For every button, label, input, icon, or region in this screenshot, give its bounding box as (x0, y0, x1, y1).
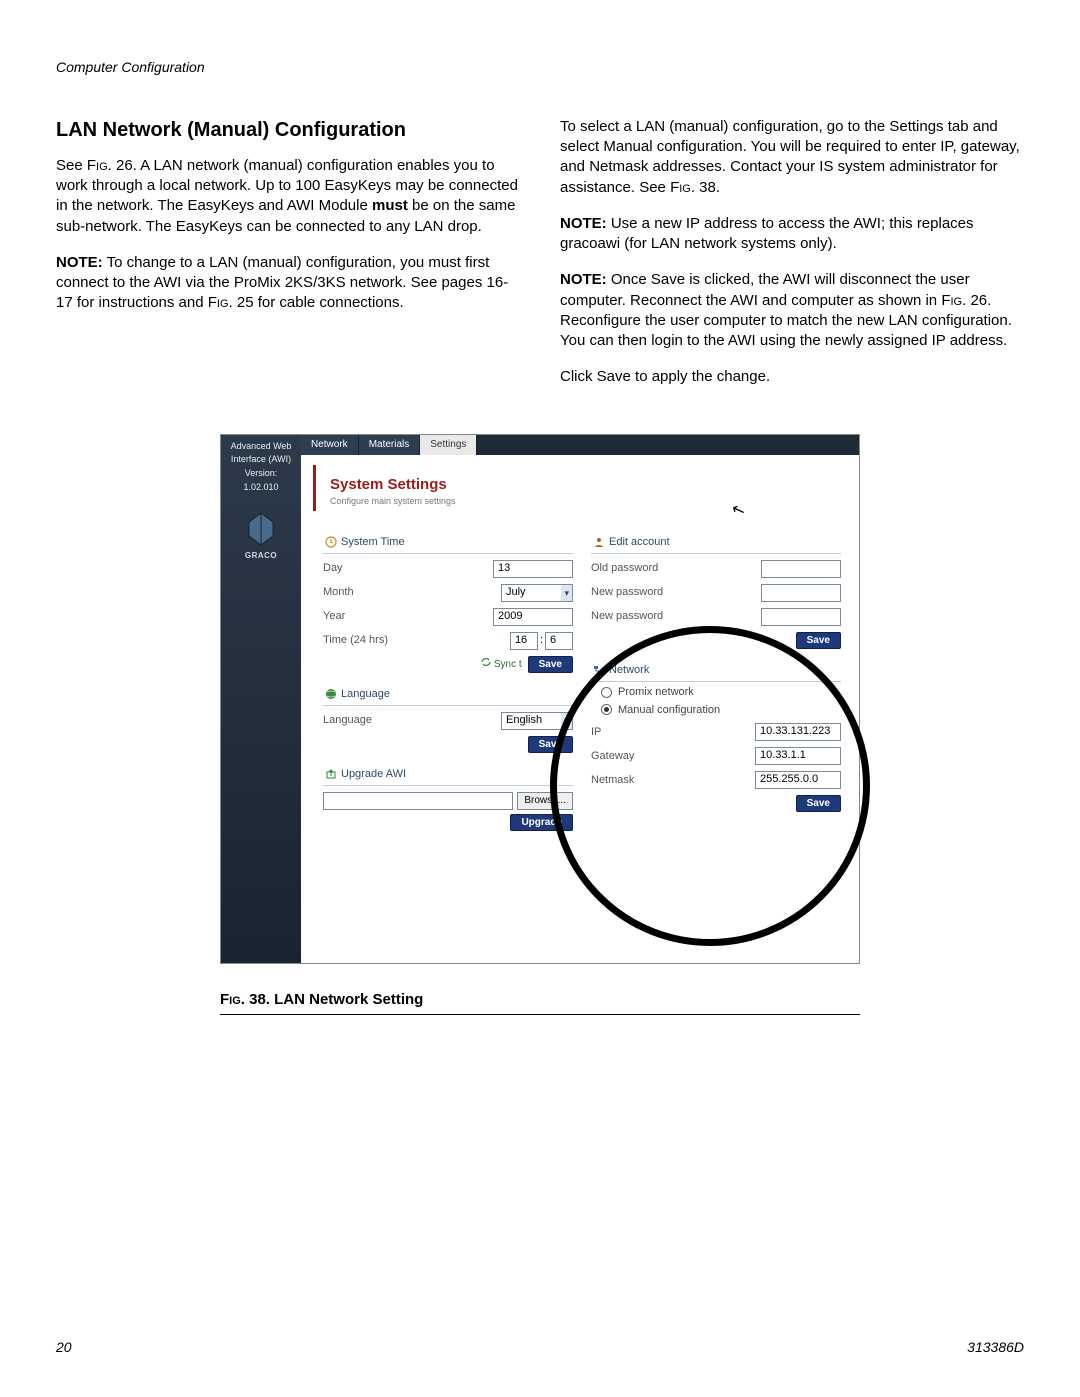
sidebar-line3: Version: (221, 468, 301, 480)
new-password-1-label: New password (591, 585, 761, 600)
figure-screenshot: Advanced Web Interface (AWI) Version: 1.… (220, 434, 860, 1015)
page-subtitle: Configure main system settings (330, 495, 845, 507)
gateway-input[interactable]: 10.33.1.1 (755, 747, 841, 765)
old-password-label: Old password (591, 561, 761, 576)
brand-label: GRACO (221, 551, 301, 561)
year-input[interactable]: 2009 (493, 608, 573, 626)
para-r1: To select a LAN (manual) configuration, … (560, 117, 1024, 198)
document-id: 313386D (967, 1338, 1024, 1357)
promix-network-radio[interactable]: Promix network (601, 685, 841, 700)
chevron-down-icon: ▾ (561, 585, 572, 601)
day-label: Day (323, 561, 493, 576)
right-column: To select a LAN (manual) configuration, … (560, 117, 1024, 404)
tab-bar: Network Materials Settings (301, 435, 859, 455)
day-input[interactable]: 13 (493, 560, 573, 578)
network-save-button[interactable]: Save (796, 795, 841, 812)
old-password-input[interactable] (761, 560, 841, 578)
sidebar-line2: Interface (AWI) (221, 454, 301, 466)
page-title: System Settings (330, 475, 845, 495)
app-sidebar: Advanced Web Interface (AWI) Version: 1.… (221, 435, 301, 963)
figure-caption: Fig. 38. LAN Network Setting (220, 990, 860, 1015)
graco-logo-icon (243, 511, 279, 547)
clock-icon (325, 536, 337, 548)
month-select[interactable]: July▾ (501, 584, 573, 602)
refresh-icon (481, 657, 491, 672)
network-icon (593, 664, 605, 676)
netmask-input[interactable]: 255.255.0.0 (755, 771, 841, 789)
globe-icon (325, 688, 337, 700)
section-title: LAN Network (Manual) Configuration (56, 117, 520, 144)
hour-input[interactable]: 16 (510, 632, 538, 650)
page-heading: System Settings Configure main system se… (313, 465, 859, 511)
para-r2: NOTE: Use a new IP address to access the… (560, 214, 1024, 255)
left-column: LAN Network (Manual) Configuration See F… (56, 117, 520, 404)
network-header: Network (591, 661, 841, 682)
system-time-save-button[interactable]: Save (528, 656, 573, 673)
upgrade-icon (325, 768, 337, 780)
sync-link[interactable]: Sync t (481, 657, 522, 672)
new-password-2-input[interactable] (761, 608, 841, 626)
account-save-button[interactable]: Save (796, 632, 841, 649)
language-header: Language (323, 685, 573, 706)
language-label: Language (323, 713, 501, 728)
para-1: See Fig. 26. A LAN network (manual) conf… (56, 156, 520, 237)
ip-input[interactable]: 10.33.131.223 (755, 723, 841, 741)
year-label: Year (323, 609, 493, 624)
user-icon (593, 536, 605, 548)
netmask-label: Netmask (591, 773, 755, 788)
upgrade-header: Upgrade AWI (323, 765, 573, 786)
sidebar-line1: Advanced Web (221, 441, 301, 453)
system-time-header: System Time (323, 533, 573, 554)
gateway-label: Gateway (591, 749, 755, 764)
upgrade-file-input[interactable] (323, 792, 513, 810)
para-2: NOTE: To change to a LAN (manual) config… (56, 253, 520, 314)
manual-config-radio[interactable]: Manual configuration (601, 703, 841, 718)
language-select[interactable]: English▾ (501, 712, 573, 730)
new-password-2-label: New password (591, 609, 761, 624)
time-label: Time (24 hrs) (323, 633, 510, 648)
para-r3: NOTE: Once Save is clicked, the AWI will… (560, 270, 1024, 351)
running-header: Computer Configuration (56, 58, 1024, 77)
browse-button[interactable]: Browse... (517, 792, 573, 810)
tab-settings[interactable]: Settings (420, 435, 477, 455)
language-save-button[interactable]: Save (528, 736, 573, 753)
sidebar-version: 1.02.010 (221, 482, 301, 494)
page-number: 20 (56, 1338, 72, 1357)
edit-account-header: Edit account (591, 533, 841, 554)
page-footer: 20 313386D (56, 1338, 1024, 1357)
month-label: Month (323, 585, 501, 600)
minute-input[interactable]: 6 (545, 632, 573, 650)
upgrade-button[interactable]: Upgrade (510, 814, 573, 831)
ip-label: IP (591, 725, 755, 740)
chevron-down-icon: ▾ (561, 713, 572, 729)
para-r4: Click Save to apply the change. (560, 367, 1024, 387)
tab-network[interactable]: Network (301, 435, 359, 455)
tab-materials[interactable]: Materials (359, 435, 421, 455)
new-password-1-input[interactable] (761, 584, 841, 602)
